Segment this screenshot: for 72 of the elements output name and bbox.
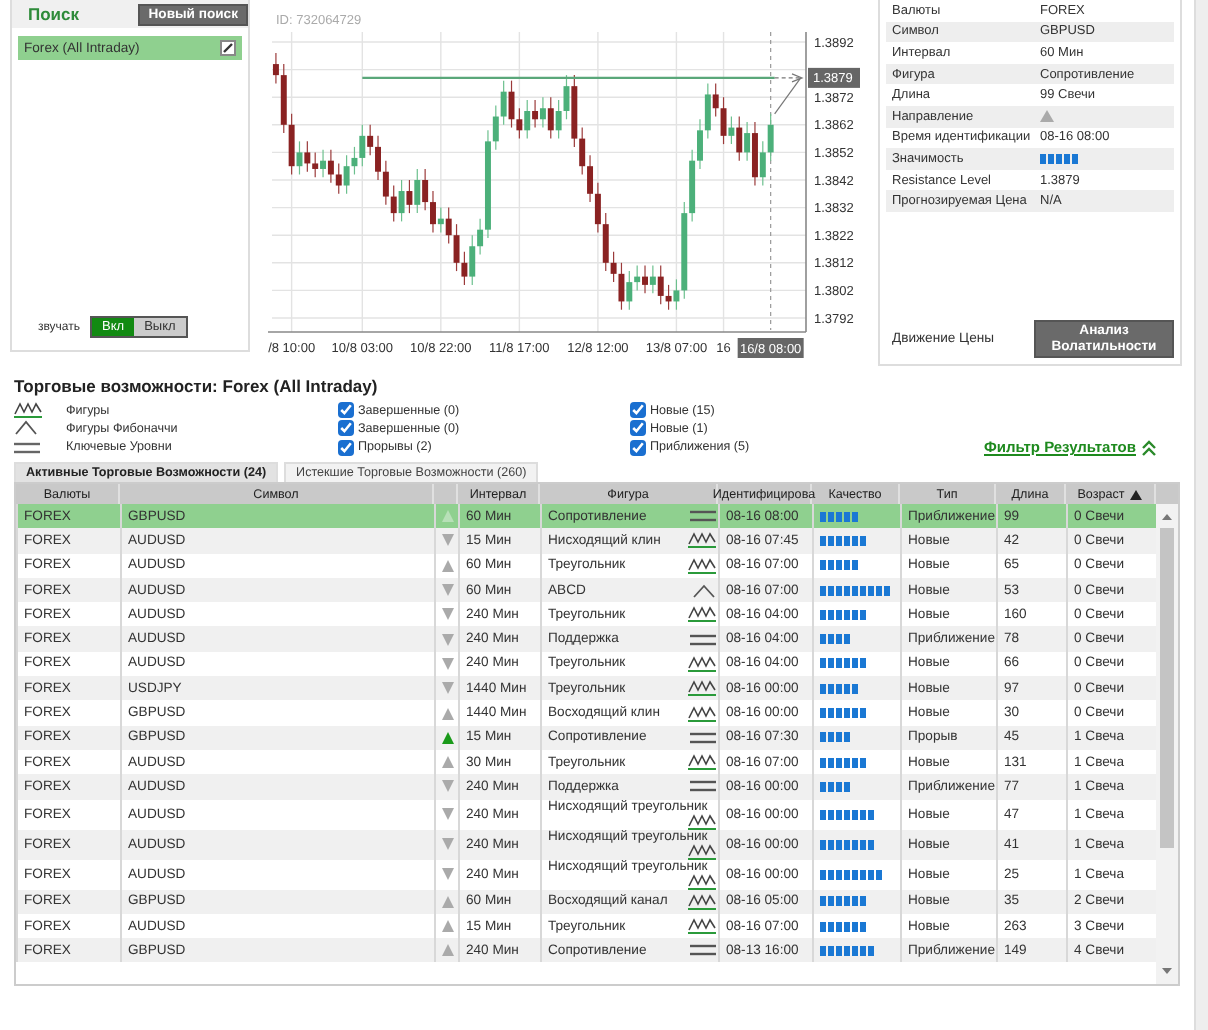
candlestick bbox=[288, 113, 295, 176]
candlestick bbox=[539, 96, 546, 129]
candlestick bbox=[477, 218, 484, 256]
projection-arrow bbox=[774, 73, 804, 115]
fib-icon bbox=[14, 420, 38, 436]
pattern-icon bbox=[14, 402, 42, 418]
candlestick bbox=[461, 251, 468, 286]
filter-checkbox[interactable] bbox=[338, 402, 354, 418]
candlestick bbox=[375, 135, 381, 181]
candlestick bbox=[406, 179, 413, 214]
candlestick bbox=[359, 124, 366, 167]
filter-checkbox[interactable] bbox=[630, 439, 646, 455]
level-icon bbox=[14, 441, 40, 453]
candlestick bbox=[587, 154, 594, 203]
candlestick bbox=[626, 270, 633, 311]
candlestick bbox=[453, 223, 460, 272]
candlestick bbox=[445, 207, 452, 245]
filter-checkbox[interactable] bbox=[338, 439, 354, 455]
candlestick bbox=[642, 264, 648, 294]
candlestick bbox=[304, 140, 311, 173]
candlestick bbox=[720, 96, 727, 145]
candlestick bbox=[382, 160, 389, 206]
panel-title: Поиск bbox=[28, 4, 80, 24]
candlestick bbox=[618, 262, 625, 311]
candlestick bbox=[500, 80, 507, 126]
candlestick bbox=[767, 113, 774, 162]
candlestick bbox=[437, 207, 444, 234]
candlestick bbox=[524, 99, 531, 140]
candlestick bbox=[610, 251, 617, 283]
candlestick bbox=[594, 182, 601, 234]
sort-icon[interactable] bbox=[1130, 489, 1143, 499]
candlestick bbox=[327, 149, 334, 184]
candlestick bbox=[320, 149, 327, 178]
section-title: Торговые возможности: Forex (All Intraday) bbox=[14, 376, 380, 396]
candlestick bbox=[759, 140, 766, 187]
candlestick bbox=[673, 278, 680, 311]
filter-checkbox[interactable] bbox=[630, 420, 646, 436]
candlestick bbox=[712, 82, 719, 118]
candlestick bbox=[398, 179, 405, 222]
candlestick bbox=[736, 115, 743, 162]
candlestick bbox=[430, 190, 436, 234]
edit-icon[interactable] bbox=[220, 40, 236, 56]
candlestick bbox=[492, 104, 499, 151]
scrollbar[interactable] bbox=[1156, 504, 1178, 984]
candlestick bbox=[469, 234, 476, 286]
double-chevron-up-icon[interactable] bbox=[1142, 439, 1156, 455]
candlestick bbox=[312, 151, 319, 178]
candlestick bbox=[751, 121, 758, 187]
candlestick bbox=[351, 146, 358, 176]
candlestick bbox=[516, 107, 523, 140]
candlestick bbox=[665, 284, 672, 311]
candlestick bbox=[422, 168, 429, 211]
candlestick bbox=[547, 96, 554, 140]
candlestick bbox=[728, 115, 735, 145]
candlestick bbox=[335, 162, 342, 195]
candlestick bbox=[390, 184, 397, 222]
candlestick bbox=[532, 99, 539, 129]
candlestick bbox=[579, 126, 586, 176]
candlestick bbox=[343, 154, 350, 195]
candlestick bbox=[649, 264, 656, 294]
candlestick bbox=[272, 52, 279, 84]
candlestick bbox=[697, 118, 703, 170]
candlestick bbox=[555, 99, 562, 140]
candlestick bbox=[657, 264, 664, 305]
candlestick bbox=[744, 121, 751, 162]
candlestick bbox=[414, 168, 421, 214]
candlestick bbox=[602, 212, 609, 272]
filter-checkbox[interactable] bbox=[630, 402, 646, 418]
candlestick bbox=[367, 124, 374, 156]
candlestick bbox=[704, 82, 711, 140]
candlestick bbox=[634, 264, 641, 291]
filter-checkbox[interactable] bbox=[338, 420, 354, 436]
